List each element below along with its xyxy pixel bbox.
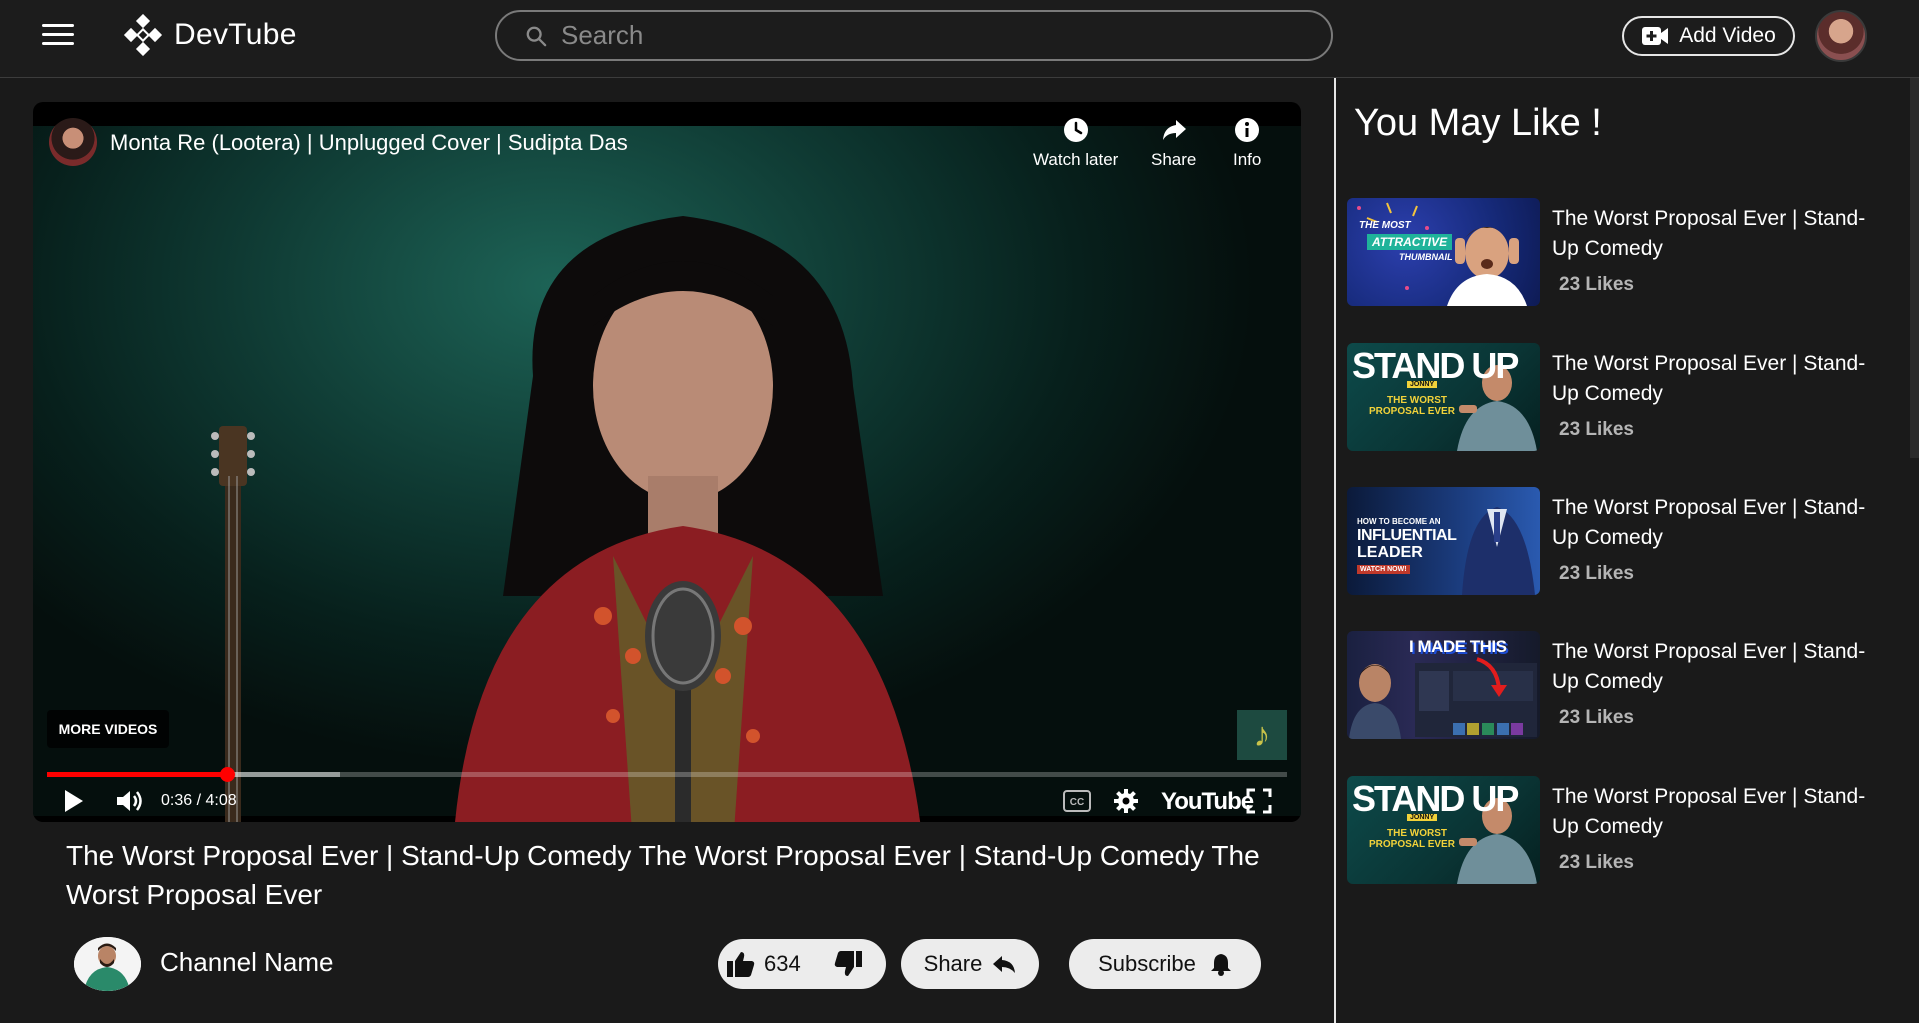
player-controls: 0:36 / 4:08 CC YouTube (33, 782, 1301, 822)
recommended-video-card[interactable]: STAND UP JONNY THE WORST PROPOSAL EVER T… (1347, 776, 1887, 886)
info-label: Info (1233, 150, 1262, 169)
content-divider (1334, 78, 1336, 1023)
closed-captions-icon[interactable]: CC (1063, 790, 1091, 812)
settings-gear-icon[interactable] (1113, 788, 1139, 814)
thumb-text: JONNY (1407, 814, 1438, 821)
video-thumbnail[interactable]: I MADE THIS (1347, 631, 1540, 739)
search-bar[interactable] (495, 10, 1333, 61)
thumb-text: THE WORST (1387, 395, 1447, 406)
bell-icon (1210, 954, 1231, 976)
recommended-video-title[interactable]: The Worst Proposal Ever | Stand-Up Comed… (1552, 782, 1887, 842)
sidebar-heading: You May Like ! (1354, 102, 1602, 144)
youtube-logo[interactable]: YouTube (1161, 788, 1254, 816)
recommended-video-card[interactable]: STAND UP JONNY THE WORST PROPOSAL EVER T… (1347, 343, 1887, 453)
brand-name: DevTube (174, 18, 297, 51)
thumbs-up-icon[interactable] (726, 950, 756, 978)
watch-later-button[interactable]: Watch later (1033, 116, 1118, 170)
thumb-text: THUMBNAIL (1399, 252, 1453, 262)
share-arrow-icon (1162, 120, 1186, 140)
hamburger-menu-button[interactable] (42, 24, 74, 48)
info-icon (1235, 118, 1260, 142)
info-button[interactable]: Info (1233, 116, 1261, 170)
devtube-logo-icon (123, 14, 163, 56)
subscribe-label: Subscribe (1098, 951, 1196, 976)
thumb-text: JONNY (1407, 381, 1438, 388)
clock-icon (1063, 118, 1088, 142)
recommended-video-title[interactable]: The Worst Proposal Ever | Stand-Up Comed… (1552, 349, 1887, 409)
thumb-text: INFLUENTIAL (1357, 527, 1457, 544)
thumb-text: PROPOSAL EVER (1369, 839, 1455, 850)
recommended-video-title[interactable]: The Worst Proposal Ever | Stand-Up Comed… (1552, 204, 1887, 264)
share-label: Share (923, 951, 983, 976)
thumb-text: PROPOSAL EVER (1369, 406, 1455, 417)
thumb-text: ATTRACTIVE (1367, 234, 1453, 250)
volume-icon[interactable] (115, 788, 145, 814)
add-video-button[interactable]: Add Video (1622, 16, 1795, 56)
recommended-video-title[interactable]: The Worst Proposal Ever | Stand-Up Comed… (1552, 493, 1887, 553)
like-count: 634 (764, 951, 801, 976)
search-icon (526, 26, 547, 46)
player-share-button[interactable]: Share (1151, 116, 1196, 170)
play-icon[interactable] (63, 788, 85, 814)
player-video-title[interactable]: Monta Re (Lootera) | Unplugged Cover | S… (110, 130, 628, 156)
thumb-text: LEADER (1357, 544, 1423, 561)
watch-later-label: Watch later (1033, 150, 1119, 169)
video-thumbnail[interactable]: HOW TO BECOME AN INFLUENTIAL LEADER WATC… (1347, 487, 1540, 595)
recommended-video-card[interactable]: THE MOST ATTRACTIVE THUMBNAIL The Worst … (1347, 198, 1887, 308)
channel-name[interactable]: Channel Name (160, 947, 333, 978)
user-avatar[interactable] (1815, 10, 1867, 62)
video-camera-plus-icon (1642, 27, 1669, 45)
like-dislike-group: 634 (718, 939, 886, 989)
recommended-video-likes: 23 Likes (1559, 563, 1634, 584)
thumb-text: WATCH NOW! (1357, 565, 1410, 574)
video-thumbnail[interactable]: THE MOST ATTRACTIVE THUMBNAIL (1347, 198, 1540, 306)
share-button[interactable]: Share (901, 939, 1039, 989)
guitar-illustration (211, 426, 255, 822)
player-share-label: Share (1151, 150, 1197, 169)
progress-scrubber[interactable] (219, 767, 235, 782)
thumbs-down-icon[interactable] (833, 950, 863, 978)
thumb-text: THE WORST (1387, 828, 1447, 839)
channel-avatar[interactable] (74, 937, 141, 991)
subscribe-button[interactable]: Subscribe (1069, 939, 1261, 989)
time-display: 0:36 / 4:08 (161, 792, 237, 809)
brand-logo[interactable]: DevTube (122, 14, 297, 56)
video-title: The Worst Proposal Ever | Stand-Up Comed… (66, 840, 1260, 910)
video-thumbnail[interactable]: STAND UP JONNY THE WORST PROPOSAL EVER (1347, 776, 1540, 884)
recommended-video-likes: 23 Likes (1559, 707, 1634, 728)
music-note-icon[interactable]: ♪ (1237, 710, 1287, 760)
thumb-text: HOW TO BECOME AN (1357, 517, 1441, 526)
recommended-video-card[interactable]: HOW TO BECOME AN INFLUENTIAL LEADER WATC… (1347, 487, 1887, 597)
video-frame[interactable] (33, 126, 1301, 822)
progress-played (47, 772, 227, 777)
search-input[interactable] (561, 20, 1261, 51)
thumb-text: I MADE THIS (1409, 637, 1507, 656)
progress-bar[interactable] (47, 767, 1287, 782)
svg-text:CC: CC (1070, 797, 1084, 808)
video-thumbnail[interactable]: STAND UP JONNY THE WORST PROPOSAL EVER (1347, 343, 1540, 451)
thumb-text: THE MOST (1359, 220, 1411, 231)
top-header: DevTube Add Video (0, 0, 1919, 78)
singer-illustration (455, 216, 921, 822)
recommended-video-card[interactable]: I MADE THIS The Worst Proposal Ever | St… (1347, 631, 1887, 741)
recommended-video-likes: 23 Likes (1559, 852, 1634, 873)
recommended-video-title[interactable]: The Worst Proposal Ever | Stand-Up Comed… (1552, 637, 1887, 697)
fullscreen-icon[interactable] (1246, 788, 1272, 814)
add-video-label: Add Video (1679, 24, 1776, 47)
sidebar-scrollbar[interactable] (1910, 78, 1919, 458)
video-player[interactable]: Monta Re (Lootera) | Unplugged Cover | S… (33, 102, 1301, 822)
recommended-video-likes: 23 Likes (1559, 274, 1634, 295)
reply-arrow-icon (993, 956, 1016, 973)
player-channel-avatar[interactable] (49, 118, 97, 166)
recommended-video-likes: 23 Likes (1559, 419, 1634, 440)
more-videos-button[interactable]: MORE VIDEOS (47, 710, 169, 748)
